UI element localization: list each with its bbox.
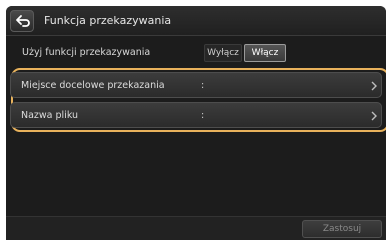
title-bar: Funkcja przekazywania [6, 6, 386, 36]
bottom-bar: Zastosuj [6, 216, 386, 240]
list-item-label: Miejsce docelowe przekazania [21, 80, 165, 91]
back-button[interactable] [10, 10, 34, 32]
list-item-destination[interactable]: Miejsce docelowe przekazania : [10, 72, 382, 98]
chevron-right-icon [371, 81, 377, 91]
page-title: Funkcja przekazywania [44, 14, 172, 27]
device-screen: Funkcja przekazywania Użyj funkcji przek… [6, 6, 386, 240]
list-item-filename[interactable]: Nazwa pliku : [10, 102, 382, 128]
use-function-label: Użyj funkcji przekazywania [22, 47, 151, 58]
list-item-label: Nazwa pliku [21, 110, 79, 121]
apply-button[interactable]: Zastosuj [302, 220, 382, 238]
on-toggle-button[interactable]: Włącz [244, 44, 286, 62]
list-item-value: : [201, 110, 205, 121]
off-toggle-button[interactable]: Wyłącz [204, 44, 242, 62]
use-function-row: Użyj funkcji przekazywania Wyłącz Włącz [6, 40, 386, 66]
chevron-right-icon [371, 111, 377, 121]
list-item-value: : [201, 80, 205, 91]
back-arrow-icon [16, 15, 30, 27]
